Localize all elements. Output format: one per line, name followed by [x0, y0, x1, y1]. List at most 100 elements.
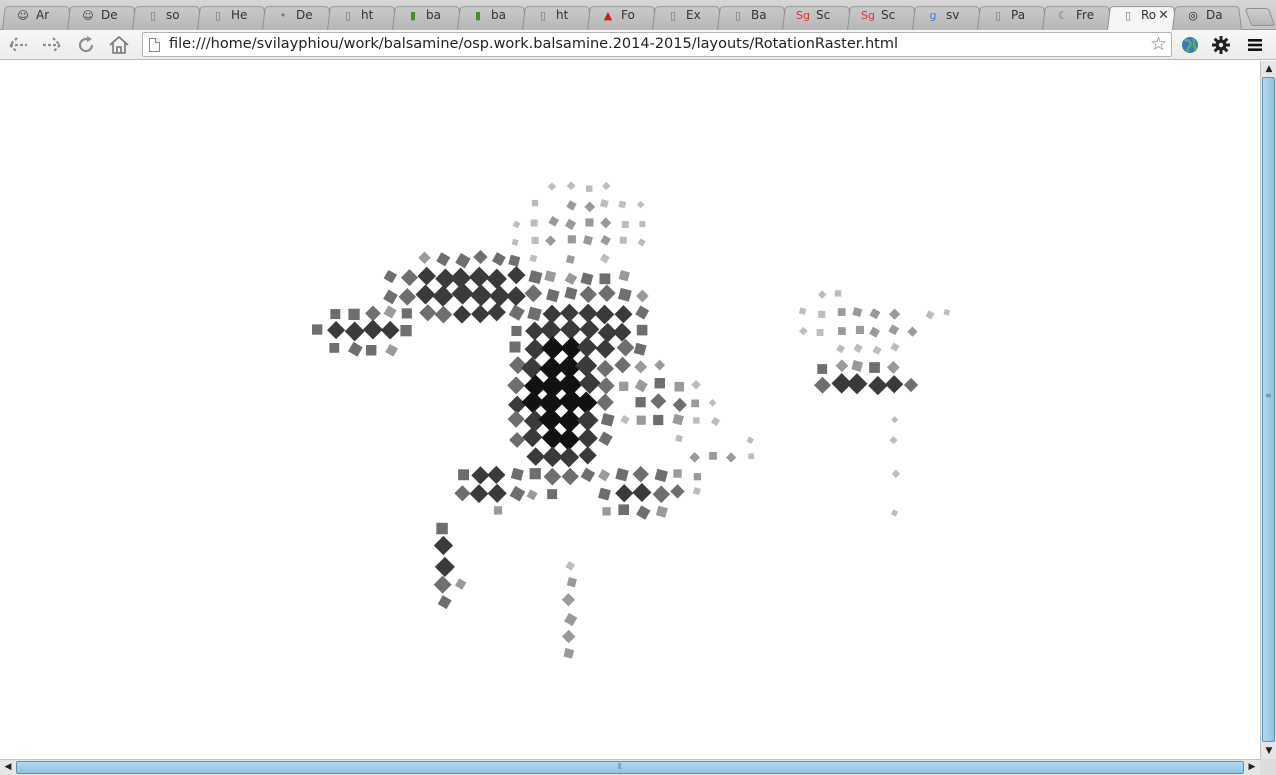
tab-6[interactable]: ▮ ba: [392, 4, 462, 26]
tab-8[interactable]: ▯ ht: [522, 4, 592, 26]
raster-square: [886, 360, 900, 374]
tab-10[interactable]: ▯ Ex: [652, 4, 722, 26]
raster-square: [708, 398, 717, 407]
gear-icon[interactable]: [1209, 33, 1233, 57]
page-icon: ▯: [994, 8, 1002, 22]
tab-3[interactable]: ▯ He: [197, 4, 267, 26]
raster-square: [436, 522, 448, 535]
tab-17[interactable]: ▯ Ro ✕: [1107, 4, 1177, 26]
raster-square: [329, 343, 340, 353]
tab-18[interactable]: ◎ Da: [1172, 4, 1242, 26]
raster-square: [851, 360, 864, 372]
raster-square: [891, 416, 899, 424]
raster-square: [432, 285, 454, 307]
tab-2[interactable]: ▯ so: [132, 4, 202, 26]
raster-square: [654, 378, 665, 389]
raster-square: [538, 407, 563, 432]
tab-16[interactable]: ☾ Fre: [1042, 4, 1112, 26]
raster-square: [890, 509, 899, 517]
tab-title: Ro: [1141, 8, 1157, 22]
raster-square: [595, 338, 616, 359]
home-icon[interactable]: [107, 33, 131, 57]
menu-icon[interactable]: [1243, 33, 1267, 57]
raster-square: [547, 489, 558, 500]
tab-11[interactable]: ▯ Ba: [717, 4, 787, 26]
scroll-up-arrow-icon[interactable]: ▲: [1262, 62, 1276, 76]
raster-square: [597, 377, 615, 395]
raster-square: [557, 428, 580, 451]
back-arrow-icon[interactable]: [6, 33, 30, 57]
raster-square: [672, 413, 684, 426]
person-icon: ☺: [17, 8, 29, 22]
raster-square: [869, 326, 880, 338]
raster-square: [599, 273, 611, 285]
forward-arrow-icon[interactable]: [40, 33, 64, 57]
raster-square: [636, 415, 646, 425]
raster-square: [617, 287, 632, 302]
tab-15[interactable]: ▯ Pa: [977, 4, 1047, 26]
raster-square: [634, 360, 648, 374]
raster-square: [817, 290, 827, 299]
rotation-raster-artwork: [312, 181, 951, 659]
raster-square: [544, 270, 557, 283]
raster-square: [526, 447, 546, 466]
raster-square: [598, 431, 613, 446]
raster-square: [674, 381, 685, 392]
raster-square: [636, 200, 645, 209]
page-icon: ▯: [734, 8, 742, 22]
horizontal-scrollbar[interactable]: ◀ ⦀ ▶: [0, 759, 1260, 775]
tab-7[interactable]: ▮ ba: [457, 4, 527, 26]
star-icon[interactable]: ☆: [1150, 33, 1167, 55]
raster-square: [473, 249, 488, 265]
tab-1[interactable]: ☺ De: [67, 4, 137, 26]
raster-square: [621, 221, 629, 228]
tab-5[interactable]: ▯ ht: [327, 4, 397, 26]
raster-square: [566, 577, 577, 588]
adobe-icon: ▲: [603, 8, 613, 22]
raster-square: [417, 266, 437, 286]
vertical-scrollbar[interactable]: ▲ ≡ ▼: [1260, 61, 1276, 759]
raster-square: [798, 307, 807, 315]
colorbar-icon: ▮: [474, 8, 482, 22]
raster-square: [818, 310, 826, 318]
tab-title: De: [296, 8, 313, 22]
raster-square: [468, 266, 490, 288]
tab-13[interactable]: Sg Sc: [847, 4, 917, 26]
tab-4[interactable]: • De: [262, 4, 332, 26]
reload-icon[interactable]: [74, 33, 98, 57]
raster-square: [454, 485, 471, 502]
raster-square: [872, 345, 882, 355]
raster-square: [693, 417, 700, 424]
tab-0[interactable]: ☺ Ar: [2, 4, 72, 26]
raster-square: [614, 356, 631, 374]
scroll-down-arrow-icon[interactable]: ▼: [1262, 744, 1276, 758]
raster-square: [528, 270, 543, 285]
raster-square: [834, 290, 842, 297]
close-tab-icon[interactable]: ✕: [1158, 8, 1169, 23]
tab-9[interactable]: ▲ Fo: [587, 4, 657, 26]
tab-14[interactable]: g sv: [912, 4, 982, 26]
horizontal-scroll-thumb[interactable]: [16, 761, 1244, 774]
raster-square: [675, 434, 683, 443]
address-bar[interactable]: file:///home/svilayphiou/work/balsamine/…: [142, 32, 1172, 57]
raster-square: [614, 305, 633, 324]
tab-12[interactable]: Sg Sc: [782, 4, 852, 26]
raster-square: [530, 219, 538, 227]
raster-square: [837, 308, 846, 316]
tab-title: Fre: [1076, 8, 1095, 22]
page-icon: ▯: [1124, 8, 1132, 22]
tab-title: so: [166, 8, 180, 22]
raster-square: [539, 319, 562, 341]
raster-square: [348, 308, 360, 320]
raster-square: [348, 341, 363, 357]
raster-square: [869, 362, 880, 373]
page-icon: ▯: [344, 8, 352, 22]
scroll-left-arrow-icon[interactable]: ◀: [1, 760, 15, 774]
tab-title: Ar: [36, 8, 50, 22]
raster-square: [508, 254, 521, 267]
globe-icon[interactable]: [1178, 33, 1202, 57]
raster-square: [726, 452, 737, 463]
raster-square: [636, 289, 649, 303]
vertical-scroll-thumb[interactable]: [1262, 77, 1275, 742]
scroll-right-arrow-icon[interactable]: ▶: [1245, 760, 1259, 774]
